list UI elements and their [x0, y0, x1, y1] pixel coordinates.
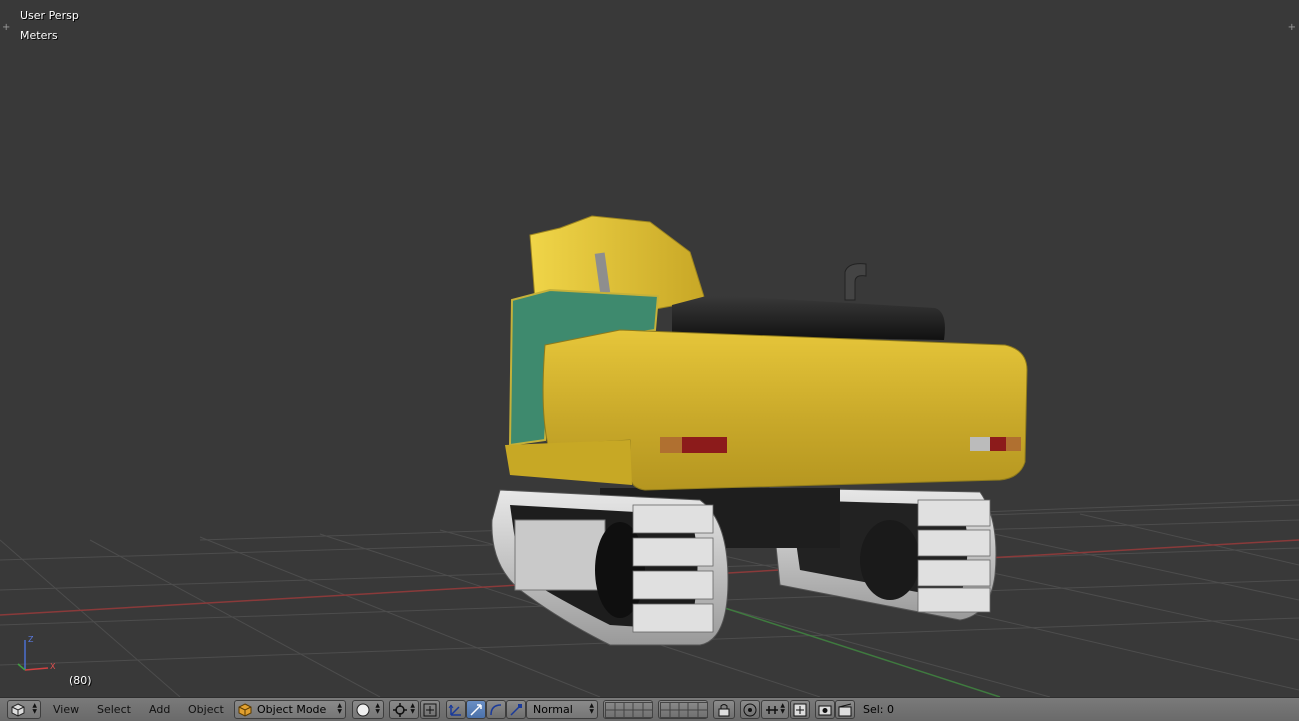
pivot-point-button[interactable]: ▲ ▼ — [389, 700, 419, 719]
snap-target-button[interactable] — [790, 700, 810, 719]
view-menu[interactable]: View — [53, 698, 79, 721]
axis-z-label: Z — [28, 635, 34, 644]
layer-grid-icon — [660, 702, 708, 718]
translate-manipulator-button[interactable] — [466, 700, 486, 719]
selection-info: Sel: 0 — [863, 703, 895, 716]
right-tail-light-white — [970, 437, 990, 451]
pivot-point-icon — [393, 703, 407, 717]
rotate-manipulator-button[interactable] — [486, 700, 506, 719]
layer-grid-right[interactable] — [658, 700, 708, 719]
exhaust-pipe — [844, 263, 867, 301]
lock-camera-button[interactable] — [713, 700, 735, 719]
snap-icon — [766, 706, 778, 714]
render-icon — [818, 705, 832, 716]
rotate-manipulator-icon — [490, 704, 502, 716]
right-tail-light-amber — [1006, 437, 1021, 451]
select-menu[interactable]: Select — [97, 698, 131, 721]
layer-grid-icon — [605, 702, 653, 718]
snap-target-icon — [793, 703, 807, 717]
region-expand-icon-left[interactable]: + — [2, 23, 10, 33]
left-tail-light-amber — [660, 437, 682, 453]
snap-element-selector[interactable]: ▲ ▼ — [761, 700, 789, 719]
transform-orientation-label: Normal — [533, 703, 573, 716]
3d-viewport[interactable]: Z X User Persp Meters (80) + + — [0, 0, 1299, 697]
proportional-edit-button[interactable] — [740, 700, 760, 719]
3d-view-header: ▲ ▼ View Select Add Object Object Mode ▲ ▼… — [0, 697, 1299, 721]
manipulator-widget-icon — [448, 704, 461, 716]
manipulator-toggle-icon — [423, 703, 437, 717]
scene-canvas[interactable]: Z X — [0, 0, 1299, 697]
region-expand-icon-right[interactable]: + — [1288, 23, 1296, 33]
mode-selector[interactable]: Object Mode ▲ ▼ — [234, 700, 346, 719]
scale-manipulator-icon — [510, 704, 522, 716]
right-tail-light-red — [990, 437, 1006, 451]
mode-label: Object Mode — [257, 703, 327, 716]
object-mode-cube-icon — [238, 703, 252, 717]
axis-gizmo: Z X — [17, 635, 56, 671]
transform-orientation-selector[interactable]: Normal ▲ ▼ — [526, 700, 598, 719]
axis-x-label: X — [50, 662, 56, 671]
object-menu[interactable]: Object — [188, 698, 224, 721]
manipulator-toggle-button[interactable] — [420, 700, 440, 719]
viewport-shading-button[interactable]: ▲ ▼ — [352, 700, 384, 719]
lock-camera-icon — [718, 704, 730, 717]
excavator-model[interactable] — [491, 215, 1028, 646]
units-label: Meters — [20, 29, 58, 42]
render-button[interactable] — [815, 700, 835, 719]
render-animation-button[interactable] — [835, 700, 855, 719]
add-menu[interactable]: Add — [149, 698, 170, 721]
layer-grid-left[interactable] — [603, 700, 653, 719]
proportional-edit-icon — [743, 703, 757, 717]
viewport-shading-solid-icon — [356, 703, 370, 717]
scale-manipulator-button[interactable] — [506, 700, 526, 719]
render-animation-icon — [838, 703, 852, 717]
manipulator-widget-button[interactable] — [446, 700, 466, 719]
view-perspective-label: User Persp — [20, 9, 79, 22]
editor-type-3d-view-icon — [11, 703, 25, 717]
translate-manipulator-icon — [470, 704, 482, 716]
editor-type-button[interactable]: ▲ ▼ — [7, 700, 41, 719]
frame-number-label: (80) — [69, 674, 92, 687]
left-tail-light-red — [682, 437, 727, 453]
